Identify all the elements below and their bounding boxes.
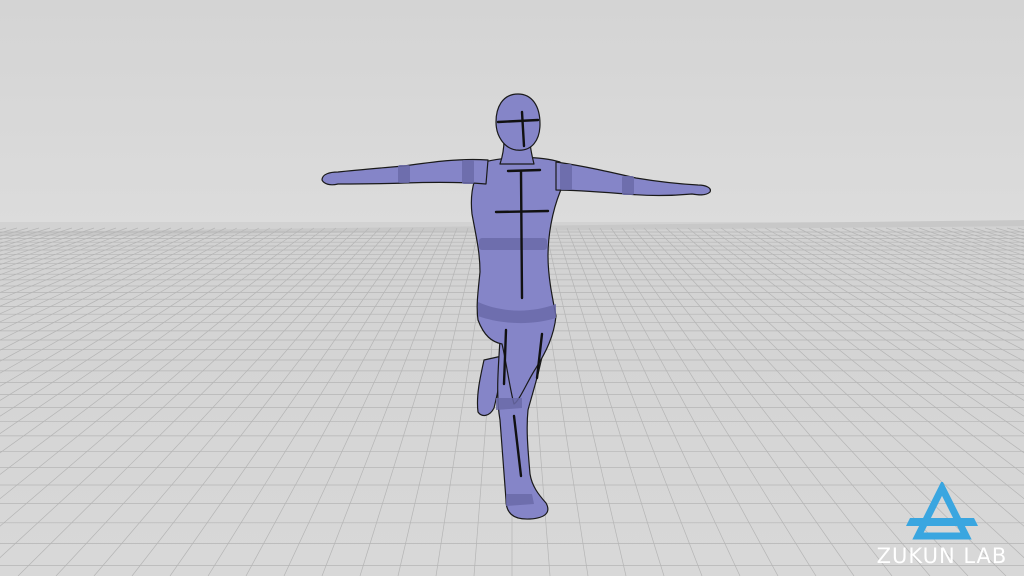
triangle-logo-icon <box>906 480 978 540</box>
left-shoulder-band <box>462 160 474 184</box>
ankle-band <box>506 494 534 506</box>
right-shoulder-band <box>560 164 572 190</box>
chest-band <box>479 238 547 250</box>
brand-name: ZUKUN LAB <box>876 544 1008 568</box>
left-elbow-band <box>398 165 410 183</box>
knee-band <box>496 398 522 410</box>
zukun-lab-watermark: ZUKUN LAB <box>862 480 1024 576</box>
right-elbow-band <box>622 176 634 195</box>
